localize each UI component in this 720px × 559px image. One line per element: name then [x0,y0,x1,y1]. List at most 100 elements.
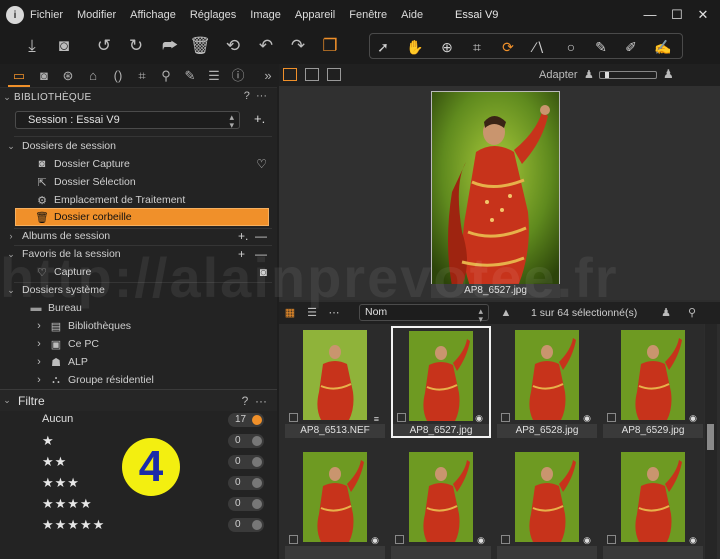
color-tab-icon[interactable]: ⊛ [58,67,78,85]
filter-row-4star[interactable]: ★★★★ 0 [42,495,264,513]
metadata-tab-icon[interactable]: ☰ [204,67,224,85]
move-folder-icon[interactable]: ⮫ [158,34,182,58]
count-badge[interactable]: 17 [228,413,264,427]
library-header[interactable]: ⌄ BIBLIOTHÈQUE ? ··· [0,88,277,106]
albums-header[interactable]: › Albums de session +. — [0,227,277,245]
folder-output[interactable]: ⚙ Emplacement de Traitement [0,191,277,209]
copy-apply-icon[interactable]: ❐ [318,34,342,58]
menu-fichier[interactable]: Fichier [30,9,63,21]
list-view-icon[interactable]: ☰ [305,306,319,320]
thumbnail-frame[interactable]: ◉ [497,326,597,424]
browser-scrollbar[interactable] [705,324,717,559]
count-badge[interactable]: 0 [228,518,264,532]
folder-selection[interactable]: ⇱ Dossier Sélection [0,173,277,191]
scrollbar-thumb[interactable] [707,424,714,450]
thumbnail[interactable]: ◉ AP8_6527.jpg [391,326,491,438]
sys-folder-alp[interactable]: › ☗ ALP [0,353,277,371]
menu-image[interactable]: Image [250,9,281,21]
thumbnail-view-icon[interactable]: ▦ [283,306,297,320]
main-viewer[interactable]: AP8_6527.jpg [279,86,720,300]
favorite-capture[interactable]: ♡ Capture ◙ [0,263,277,281]
rotate-left-icon[interactable]: ↺ [92,34,116,58]
filter-header[interactable]: ⌄ Filtre ? ··· [0,389,277,411]
thumbnail-frame[interactable]: ◉ [497,448,597,546]
zoom-slider-knob[interactable] [605,72,609,78]
library-tab-icon[interactable]: ▭ [9,67,29,85]
grid-view-icon[interactable] [283,68,297,81]
main-photo[interactable] [431,91,560,285]
thumbnail-frame[interactable]: ◉ [391,448,491,546]
lens-tab-icon[interactable]: () [108,67,128,85]
thumbnail[interactable]: ◉ [497,448,597,559]
session-folders-header[interactable]: ⌄ Dossiers de session [0,137,277,155]
pan-hand-icon[interactable]: ✋ [404,36,426,58]
sys-folder-bureau[interactable]: ▬ Bureau [0,299,277,317]
thumbnail[interactable]: ≡ AP8_6513.NEF [285,326,385,438]
filter-toggle[interactable] [252,457,262,467]
select-checkbox[interactable] [607,413,616,422]
thumbnail[interactable]: ◉ AP8_6529.jpg [603,326,703,438]
redo-icon[interactable]: ↷ [286,34,310,58]
expand-icon[interactable]: › [34,374,44,386]
select-checkbox[interactable] [289,413,298,422]
rotate-right-icon[interactable]: ↻ [124,34,148,58]
sys-folder-homegroup[interactable]: › ⛬ Groupe résidentiel [0,371,277,389]
zoom-slider[interactable] [599,71,657,79]
select-checkbox[interactable] [607,535,616,544]
select-cursor-icon[interactable]: ➚ [372,36,394,58]
capture-tab-icon[interactable]: ◙ [34,67,54,85]
camera-icon[interactable]: ◙ [52,34,76,58]
thumbnail-frame[interactable]: ◉ [603,448,703,546]
thumbnail-frame[interactable]: ◉ [391,326,491,424]
proof-view-icon[interactable] [327,68,341,81]
select-checkbox[interactable] [501,413,510,422]
select-checkbox[interactable] [395,535,404,544]
count-badge[interactable]: 0 [228,497,264,511]
album-add-remove[interactable]: +. — [238,229,267,243]
undo-icon[interactable]: ↶ [254,34,278,58]
folder-capture[interactable]: ◙ Dossier Capture ♡ [0,155,277,173]
filter-toggle[interactable] [252,478,262,488]
thumbnail[interactable]: ◉ [285,448,385,559]
import-icon[interactable]: ⤓ [20,34,44,58]
single-view-icon[interactable] [305,68,319,81]
select-checkbox[interactable] [397,413,406,422]
user-filter-icon[interactable]: ♟ [659,306,673,320]
expand-icon[interactable]: › [34,356,44,368]
library-help-more[interactable]: ? ··· [244,90,267,102]
more-tabs-icon[interactable]: » [258,67,278,85]
heart-icon[interactable]: ♡ [256,157,267,171]
add-session-icon[interactable]: +. [254,111,265,126]
reset-icon[interactable]: ⟲ [221,34,245,58]
sys-folder-bibliotheques[interactable]: › ▤ Bibliothèques [0,317,277,335]
rotate-tool-icon[interactable]: ⟳ [497,36,519,58]
filter-row-none[interactable]: Aucun 17 [42,411,264,429]
thumbnail-frame[interactable]: ◉ [285,448,385,546]
maximize-icon[interactable]: ☐ [668,6,686,24]
menu-fenetre[interactable]: Fenêtre [349,9,387,21]
filter-toggle[interactable] [252,436,262,446]
picker-icon[interactable]: ✐ [620,36,642,58]
expand-icon[interactable]: › [34,338,44,350]
filmstrip-view-icon[interactable]: ⋯ [327,306,341,320]
layers-tab-icon[interactable]: ✎ [180,67,200,85]
select-checkbox[interactable] [289,535,298,544]
trash-icon[interactable]: 🗑 [188,34,212,58]
system-folders-header[interactable]: ⌄ Dossiers système [0,281,277,299]
menu-affichage[interactable]: Affichage [130,9,176,21]
expand-icon[interactable]: › [34,320,44,332]
menu-reglages[interactable]: Réglages [190,9,236,21]
minimize-icon[interactable]: — [641,6,659,24]
search-icon[interactable]: ⚲ [685,306,699,320]
thumbnail-frame[interactable]: ≡ [285,326,385,424]
filter-toggle[interactable] [252,520,262,530]
filter-toggle[interactable] [252,415,262,425]
thumbnail[interactable]: ◉ [603,448,703,559]
thumbnail-frame[interactable]: ◉ [603,326,703,424]
details-tab-icon[interactable]: ⚲ [156,67,176,85]
session-select[interactable]: Session : Essai V9 ▴ ▾ [15,111,240,130]
crop-icon[interactable]: ⌗ [466,36,488,58]
annotate-icon[interactable]: ✍ [652,36,674,58]
thumbnail[interactable]: ◉ AP8_6528.jpg [497,326,597,438]
crop-tab-icon[interactable]: ⌗ [132,67,152,85]
